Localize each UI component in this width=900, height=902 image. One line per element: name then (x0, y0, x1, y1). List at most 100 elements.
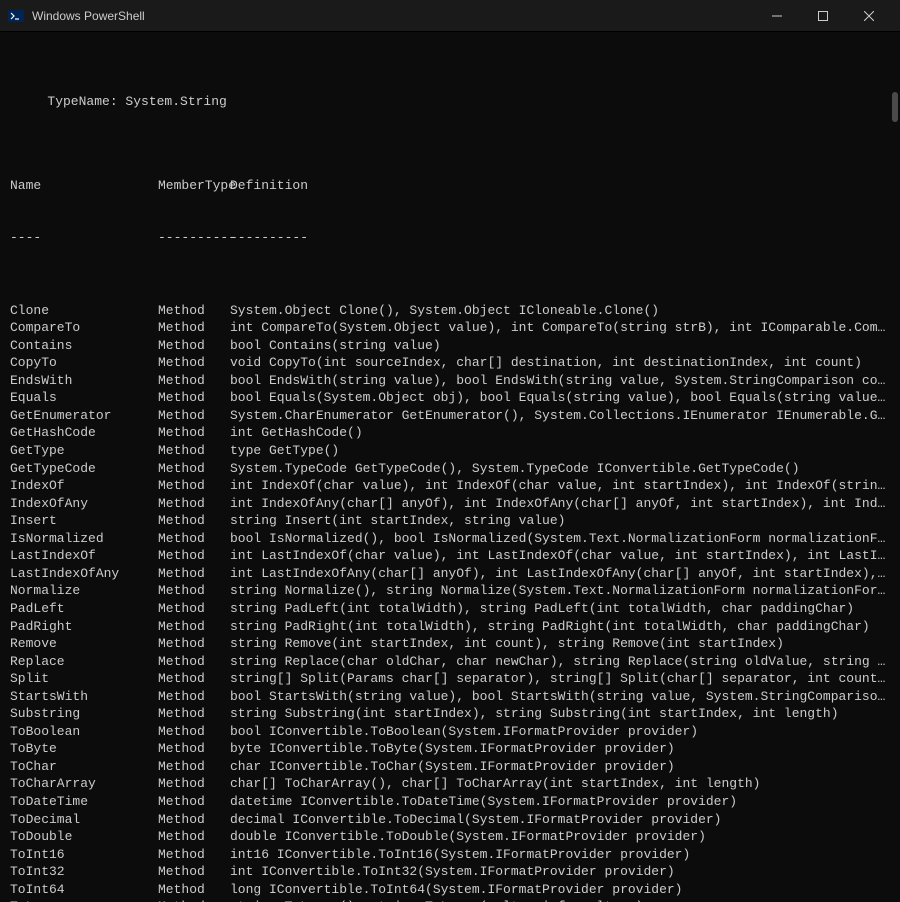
cell-name: GetEnumerator (10, 407, 158, 425)
cell-membertype: Method (158, 302, 230, 320)
cell-definition: int LastIndexOf(char value), int LastInd… (230, 547, 890, 565)
cell-name: PadLeft (10, 600, 158, 618)
scrollbar-thumb[interactable] (892, 92, 898, 122)
cell-definition: System.TypeCode GetTypeCode(), System.Ty… (230, 460, 890, 478)
cell-name: ToInt32 (10, 863, 158, 881)
table-row: ToByteMethodbyte IConvertible.ToByte(Sys… (10, 740, 890, 758)
cell-membertype: Method (158, 495, 230, 513)
cell-name: ToChar (10, 758, 158, 776)
table-row: ToDateTimeMethoddatetime IConvertible.To… (10, 793, 890, 811)
cell-definition: bool Contains(string value) (230, 337, 890, 355)
table-row: ToInt32Methodint IConvertible.ToInt32(Sy… (10, 863, 890, 881)
cell-name: ToInt16 (10, 846, 158, 864)
cell-name: IndexOfAny (10, 495, 158, 513)
cell-name: LastIndexOfAny (10, 565, 158, 583)
cell-name: ToDouble (10, 828, 158, 846)
cell-definition: string[] Split(Params char[] separator),… (230, 670, 890, 688)
table-row: GetEnumeratorMethodSystem.CharEnumerator… (10, 407, 890, 425)
terminal-output[interactable]: TypeName: System.String Name MemberType … (0, 32, 900, 902)
cell-name: ToCharArray (10, 775, 158, 793)
cell-definition: int IConvertible.ToInt32(System.IFormatP… (230, 863, 890, 881)
cell-definition: type GetType() (230, 442, 890, 460)
cell-name: ToInt64 (10, 881, 158, 899)
cell-name: ToByte (10, 740, 158, 758)
cell-definition: decimal IConvertible.ToDecimal(System.IF… (230, 811, 890, 829)
cell-membertype: Method (158, 389, 230, 407)
cell-name: Remove (10, 635, 158, 653)
table-row: EndsWithMethodbool EndsWith(string value… (10, 372, 890, 390)
cell-membertype: Method (158, 600, 230, 618)
cell-definition: string Insert(int startIndex, string val… (230, 512, 890, 530)
cell-membertype: Method (158, 530, 230, 548)
cell-name: StartsWith (10, 688, 158, 706)
cell-membertype: Method (158, 407, 230, 425)
cell-definition: char[] ToCharArray(), char[] ToCharArray… (230, 775, 890, 793)
window-title: Windows PowerShell (32, 9, 754, 23)
cell-definition: string Replace(char oldChar, char newCha… (230, 653, 890, 671)
cell-definition: int CompareTo(System.Object value), int … (230, 319, 890, 337)
cell-membertype: Method (158, 705, 230, 723)
cell-definition: double IConvertible.ToDouble(System.IFor… (230, 828, 890, 846)
maximize-button[interactable] (800, 0, 846, 32)
cell-name: Replace (10, 653, 158, 671)
close-button[interactable] (846, 0, 892, 32)
header-name: Name (10, 177, 158, 195)
cell-membertype: Method (158, 828, 230, 846)
cell-name: Clone (10, 302, 158, 320)
table-header: Name MemberType Definition (10, 177, 890, 195)
cell-definition: int GetHashCode() (230, 424, 890, 442)
cell-membertype: Method (158, 740, 230, 758)
cell-name: EndsWith (10, 372, 158, 390)
cell-definition: int IndexOf(char value), int IndexOf(cha… (230, 477, 890, 495)
cell-membertype: Method (158, 442, 230, 460)
table-row: IsNormalizedMethodbool IsNormalized(), b… (10, 530, 890, 548)
table-row: ToInt64Methodlong IConvertible.ToInt64(S… (10, 881, 890, 899)
table-row: PadRightMethodstring PadRight(int totalW… (10, 618, 890, 636)
table-row: ToLowerMethodstring ToLower(), string To… (10, 898, 890, 902)
table-row: CopyToMethodvoid CopyTo(int sourceIndex,… (10, 354, 890, 372)
window-titlebar: Windows PowerShell (0, 0, 900, 32)
cell-definition: int16 IConvertible.ToInt16(System.IForma… (230, 846, 890, 864)
cell-membertype: Method (158, 811, 230, 829)
table-row: GetTypeMethodtype GetType() (10, 442, 890, 460)
cell-definition: System.CharEnumerator GetEnumerator(), S… (230, 407, 890, 425)
cell-membertype: Method (158, 319, 230, 337)
table-row: GetTypeCodeMethodSystem.TypeCode GetType… (10, 460, 890, 478)
table-row: IndexOfMethodint IndexOf(char value), in… (10, 477, 890, 495)
cell-name: IsNormalized (10, 530, 158, 548)
cell-membertype: Method (158, 477, 230, 495)
cell-name: IndexOf (10, 477, 158, 495)
cell-name: ToDecimal (10, 811, 158, 829)
cell-membertype: Method (158, 372, 230, 390)
table-row: LastIndexOfMethodint LastIndexOf(char va… (10, 547, 890, 565)
cell-name: CompareTo (10, 319, 158, 337)
cell-name: ToLower (10, 898, 158, 902)
table-row: ToDecimalMethoddecimal IConvertible.ToDe… (10, 811, 890, 829)
cell-membertype: Method (158, 635, 230, 653)
table-row: SplitMethodstring[] Split(Params char[] … (10, 670, 890, 688)
cell-name: Equals (10, 389, 158, 407)
cell-definition: int IndexOfAny(char[] anyOf), int IndexO… (230, 495, 890, 513)
cell-definition: string Normalize(), string Normalize(Sys… (230, 582, 890, 600)
cell-membertype: Method (158, 354, 230, 372)
cell-name: PadRight (10, 618, 158, 636)
cell-membertype: Method (158, 460, 230, 478)
cell-name: Normalize (10, 582, 158, 600)
cell-membertype: Method (158, 424, 230, 442)
table-row: CompareToMethodint CompareTo(System.Obje… (10, 319, 890, 337)
table-row: CloneMethodSystem.Object Clone(), System… (10, 302, 890, 320)
cell-membertype: Method (158, 670, 230, 688)
cell-membertype: Method (158, 775, 230, 793)
table-row: ToCharArrayMethodchar[] ToCharArray(), c… (10, 775, 890, 793)
table-row: ReplaceMethodstring Replace(char oldChar… (10, 653, 890, 671)
cell-membertype: Method (158, 758, 230, 776)
table-row: SubstringMethodstring Substring(int star… (10, 705, 890, 723)
window-controls (754, 0, 892, 32)
cell-membertype: Method (158, 653, 230, 671)
cell-definition: char IConvertible.ToChar(System.IFormatP… (230, 758, 890, 776)
cell-definition: void CopyTo(int sourceIndex, char[] dest… (230, 354, 890, 372)
table-row: InsertMethodstring Insert(int startIndex… (10, 512, 890, 530)
minimize-button[interactable] (754, 0, 800, 32)
table-row: NormalizeMethodstring Normalize(), strin… (10, 582, 890, 600)
cell-definition: string Substring(int startIndex), string… (230, 705, 890, 723)
